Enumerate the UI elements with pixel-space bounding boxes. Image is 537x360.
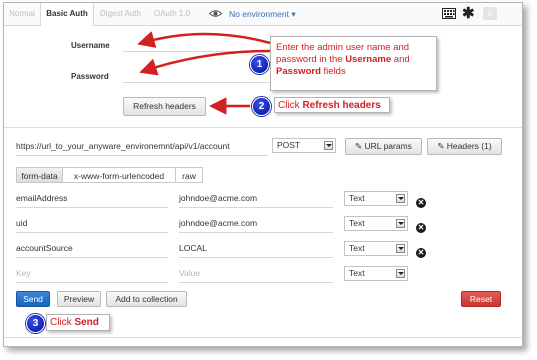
tab-basic-auth[interactable]: Basic Auth — [40, 3, 94, 26]
callout-step-1: Enter the admin user name and password i… — [270, 36, 437, 91]
new-value-input[interactable]: Value — [179, 264, 333, 283]
divider — [4, 337, 522, 338]
dropdown-caret-icon — [324, 141, 333, 150]
divider — [4, 127, 522, 128]
headers-button[interactable]: ✎ Headers (1) — [427, 138, 502, 155]
username-label: Username — [71, 41, 110, 50]
callout-step-2: Click Refresh headers — [274, 97, 390, 113]
delete-icon[interactable]: ✕ — [416, 198, 426, 208]
tab-oauth[interactable]: OAuth 1.0 — [148, 3, 196, 25]
form-type-select[interactable]: Text — [344, 191, 408, 206]
form-key-input[interactable]: emailAddress — [16, 189, 168, 208]
asterisk-icon[interactable]: ✱ — [462, 5, 475, 22]
auth-tabs: Normal Basic Auth Digest Auth OAuth 1.0 … — [4, 3, 522, 26]
form-key-input[interactable]: accountSource — [16, 239, 168, 258]
environment-label: No environment — [229, 9, 290, 19]
dropdown-caret-icon — [396, 244, 405, 253]
form-value-input[interactable]: johndoe@acme.com — [179, 189, 333, 208]
edit-icon: ✎ — [355, 141, 365, 151]
tab-raw[interactable]: raw — [175, 167, 203, 183]
form-type-select[interactable]: Text — [344, 241, 408, 256]
dropdown-caret-icon — [396, 269, 405, 278]
delete-icon[interactable]: ✕ — [416, 223, 426, 233]
send-button[interactable]: Send — [16, 291, 50, 307]
tab-normal[interactable]: Normal — [4, 3, 40, 25]
reset-button[interactable]: Reset — [461, 291, 501, 307]
step-number-1: 1 — [250, 55, 269, 74]
eye-icon[interactable] — [209, 9, 222, 18]
edit-icon: ✎ — [437, 141, 447, 151]
rest-client-window: Normal Basic Auth Digest Auth OAuth 1.0 … — [3, 2, 523, 347]
form-type-select[interactable]: Text — [344, 216, 408, 231]
tab-digest-auth[interactable]: Digest Auth — [93, 3, 148, 25]
new-type-select[interactable]: Text — [344, 266, 408, 281]
tab-urlencoded[interactable]: x-www-form-urlencoded — [62, 167, 176, 183]
form-value-input[interactable]: johndoe@acme.com — [179, 214, 333, 233]
step-number-2: 2 — [252, 97, 271, 116]
dropdown-caret-icon — [396, 219, 405, 228]
username-field[interactable] — [123, 51, 273, 52]
environment-selector[interactable]: No environment ▾ — [229, 3, 296, 25]
chevron-down-icon: ▾ — [291, 9, 296, 19]
form-key-input[interactable]: uid — [16, 214, 168, 233]
add-to-collection-button[interactable]: Add to collection — [106, 291, 187, 307]
refresh-headers-button[interactable]: Refresh headers — [123, 97, 206, 116]
password-field[interactable] — [123, 82, 273, 83]
tab-form-data[interactable]: form-data — [16, 167, 63, 183]
url-params-button[interactable]: ✎ URL params — [345, 138, 422, 155]
step-number-3: 3 — [26, 314, 45, 333]
method-select[interactable]: POST — [272, 138, 336, 153]
delete-icon[interactable]: ✕ — [416, 248, 426, 258]
new-key-input[interactable]: Key — [16, 264, 168, 283]
dropdown-caret-icon — [396, 194, 405, 203]
callout-step-3: Click Send — [46, 314, 110, 331]
preview-button[interactable]: Preview — [57, 291, 101, 307]
password-label: Password — [71, 72, 109, 81]
form-value-input[interactable]: LOCAL — [179, 239, 333, 258]
keyboard-icon[interactable] — [442, 8, 456, 19]
counter-badge: 0 — [483, 7, 497, 20]
url-input[interactable]: https://url_to_your_anyware_environemnt/… — [16, 137, 268, 156]
